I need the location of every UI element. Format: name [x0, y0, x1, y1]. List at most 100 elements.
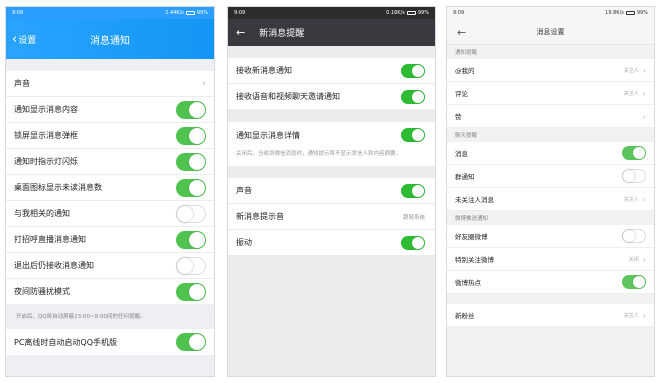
- settings-row-pc-offline[interactable]: PC离线时自动启动QQ手机版: [6, 329, 214, 355]
- battery-icon: [625, 11, 635, 15]
- toggle-switch[interactable]: [176, 204, 206, 223]
- chevron-left-icon: ‹: [12, 31, 18, 47]
- row-value: 关注人: [623, 90, 639, 97]
- settings-row[interactable]: 接收新消息通知: [228, 58, 435, 84]
- settings-row[interactable]: 声音 ›: [6, 71, 214, 97]
- settings-row[interactable]: 未关注人消息 关注人 ›: [447, 188, 654, 211]
- row-value: 关注人: [623, 196, 639, 203]
- back-button[interactable]: ‹ 设置: [12, 19, 36, 59]
- settings-row[interactable]: 与我相关的通知: [6, 201, 214, 227]
- status-time: 9:09: [12, 10, 24, 16]
- toggle-switch[interactable]: [176, 282, 206, 301]
- settings-row[interactable]: 桌面图标显示未读消息数: [6, 175, 214, 201]
- settings-list: 声音 › 通知显示消息内容锁屏显示消息弹框通知时指示灯闪烁桌面图标显示未读消息数 与我…: [6, 71, 214, 305]
- nav-header: ← 新消息提醒: [228, 19, 435, 46]
- settings-row-new-fans[interactable]: 新粉丝 关注人 ›: [447, 304, 654, 327]
- settings-row[interactable]: 群通知: [447, 165, 654, 188]
- battery-icon: [185, 11, 195, 15]
- page-title: 消息设置: [536, 27, 565, 36]
- row-label: 通知显示消息详情: [236, 130, 300, 140]
- settings-row[interactable]: 夜间防骚扰模式: [6, 279, 214, 305]
- toggle-switch[interactable]: [622, 275, 646, 289]
- row-label: 通知显示消息内容: [14, 105, 78, 114]
- toggle-switch[interactable]: [622, 229, 646, 243]
- settings-row[interactable]: 新消息提示音 跟随系统: [228, 204, 435, 230]
- arrow-left-icon[interactable]: ←: [457, 19, 466, 45]
- toggle-switch[interactable]: [401, 183, 425, 198]
- toggle-switch[interactable]: [176, 230, 206, 249]
- settings-row[interactable]: 好友圈微博: [447, 225, 654, 248]
- battery-level: 99%: [417, 10, 429, 16]
- wechat-notification-screen: 9:09 0.16K/s 99% ← 新消息提醒 接收新消息通知 接收语音和视频聊天…: [227, 6, 436, 377]
- row-label: 赞: [455, 113, 462, 121]
- settings-row[interactable]: 消息: [447, 142, 654, 165]
- back-label: 设置: [18, 35, 37, 46]
- toggle-switch[interactable]: [401, 89, 425, 104]
- chevron-right-icon: ›: [642, 254, 646, 264]
- row-label: 好友圈微博: [455, 233, 488, 241]
- settings-sections: 通知提醒 @我的 关注人 › 评论 关注人 › 赞 › 聊天提醒 消息 群通知 未关注人消息 关注人 › 微博…: [447, 45, 654, 294]
- spacer: [228, 166, 435, 178]
- chevron-right-icon: ›: [642, 65, 646, 75]
- settings-row[interactable]: 退出后仍接收消息通知: [6, 253, 214, 279]
- row-label: 夜间防骚扰模式: [14, 287, 70, 296]
- row-label: 与我相关的通知: [14, 209, 70, 218]
- row-label: 桌面图标显示未读消息数: [14, 183, 102, 192]
- row-label: 新粉丝: [455, 312, 475, 320]
- battery-level: 99%: [196, 10, 208, 16]
- settings-row[interactable]: 锁屏显示消息弹框: [6, 123, 214, 149]
- settings-group: 接收新消息通知 接收语音和视频聊天邀请通知: [228, 58, 435, 110]
- toggle-switch[interactable]: [176, 256, 206, 275]
- row-value: 跟随系统: [402, 214, 425, 221]
- row-value: 关闭: [628, 256, 639, 263]
- settings-row[interactable]: 评论 关注人 ›: [447, 82, 654, 105]
- chevron-right-icon: ›: [202, 78, 206, 89]
- toggle-switch[interactable]: [176, 100, 206, 119]
- row-label: 声音: [14, 79, 30, 88]
- settings-row[interactable]: 通知显示消息内容: [6, 97, 214, 123]
- settings-row[interactable]: 通知时指示灯闪烁: [6, 149, 214, 175]
- page-title: 消息通知: [90, 35, 130, 47]
- section-header: 微博推送通知: [447, 211, 654, 225]
- settings-row[interactable]: 赞 ›: [447, 105, 654, 128]
- toggle-switch[interactable]: [176, 333, 206, 351]
- toggle-switch[interactable]: [401, 128, 425, 142]
- row-label: 声音: [236, 186, 252, 195]
- network-speed: 2.44K/s: [165, 10, 184, 16]
- settings-row[interactable]: 微博热点: [447, 271, 654, 294]
- network-speed: 0.16K/s: [386, 10, 405, 16]
- battery-level: 99%: [636, 10, 648, 16]
- toggle-switch[interactable]: [176, 126, 206, 145]
- settings-row[interactable]: 振动: [228, 230, 435, 256]
- battery-icon: [406, 11, 416, 15]
- settings-row[interactable]: 声音: [228, 178, 435, 204]
- settings-row-detail[interactable]: 通知显示消息详情: [228, 122, 435, 148]
- toggle-switch[interactable]: [401, 235, 425, 250]
- arrow-left-icon[interactable]: ←: [236, 26, 245, 39]
- chevron-right-icon: ›: [642, 111, 646, 121]
- row-label: 评论: [455, 90, 468, 98]
- spacer: [228, 110, 435, 122]
- section-header: 聊天提醒: [447, 128, 654, 142]
- settings-row[interactable]: 接收语音和视频聊天邀请通知: [228, 84, 435, 110]
- row-label: PC离线时自动启动QQ手机版: [14, 337, 118, 347]
- settings-row[interactable]: @我的 关注人 ›: [447, 59, 654, 82]
- weibo-message-settings-screen: 9:09 19.8K/s 99% ← 消息设置 通知提醒 @我的 关注人 › 评论 关注人 ›…: [446, 6, 655, 377]
- toggle-switch[interactable]: [622, 169, 646, 183]
- row-value: 关注人: [623, 312, 639, 319]
- row-label: 通知时指示灯闪烁: [14, 157, 78, 166]
- settings-row[interactable]: 特别关注微博 关闭 ›: [447, 248, 654, 271]
- row-label: @我的: [455, 67, 475, 75]
- settings-row[interactable]: 打招呼直播消息通知: [6, 227, 214, 253]
- toggle-switch[interactable]: [176, 178, 206, 197]
- row-label: 特别关注微博: [455, 256, 494, 264]
- toggle-switch[interactable]: [622, 146, 646, 160]
- spacer: [228, 46, 435, 58]
- status-time: 9:09: [453, 10, 465, 16]
- row-label: 未关注人消息: [455, 196, 494, 204]
- toggle-switch[interactable]: [401, 63, 425, 78]
- toggle-switch[interactable]: [176, 152, 206, 171]
- status-bar: 9:09 19.8K/s 99%: [447, 7, 654, 19]
- row-label: 退出后仍接收消息通知: [14, 261, 94, 270]
